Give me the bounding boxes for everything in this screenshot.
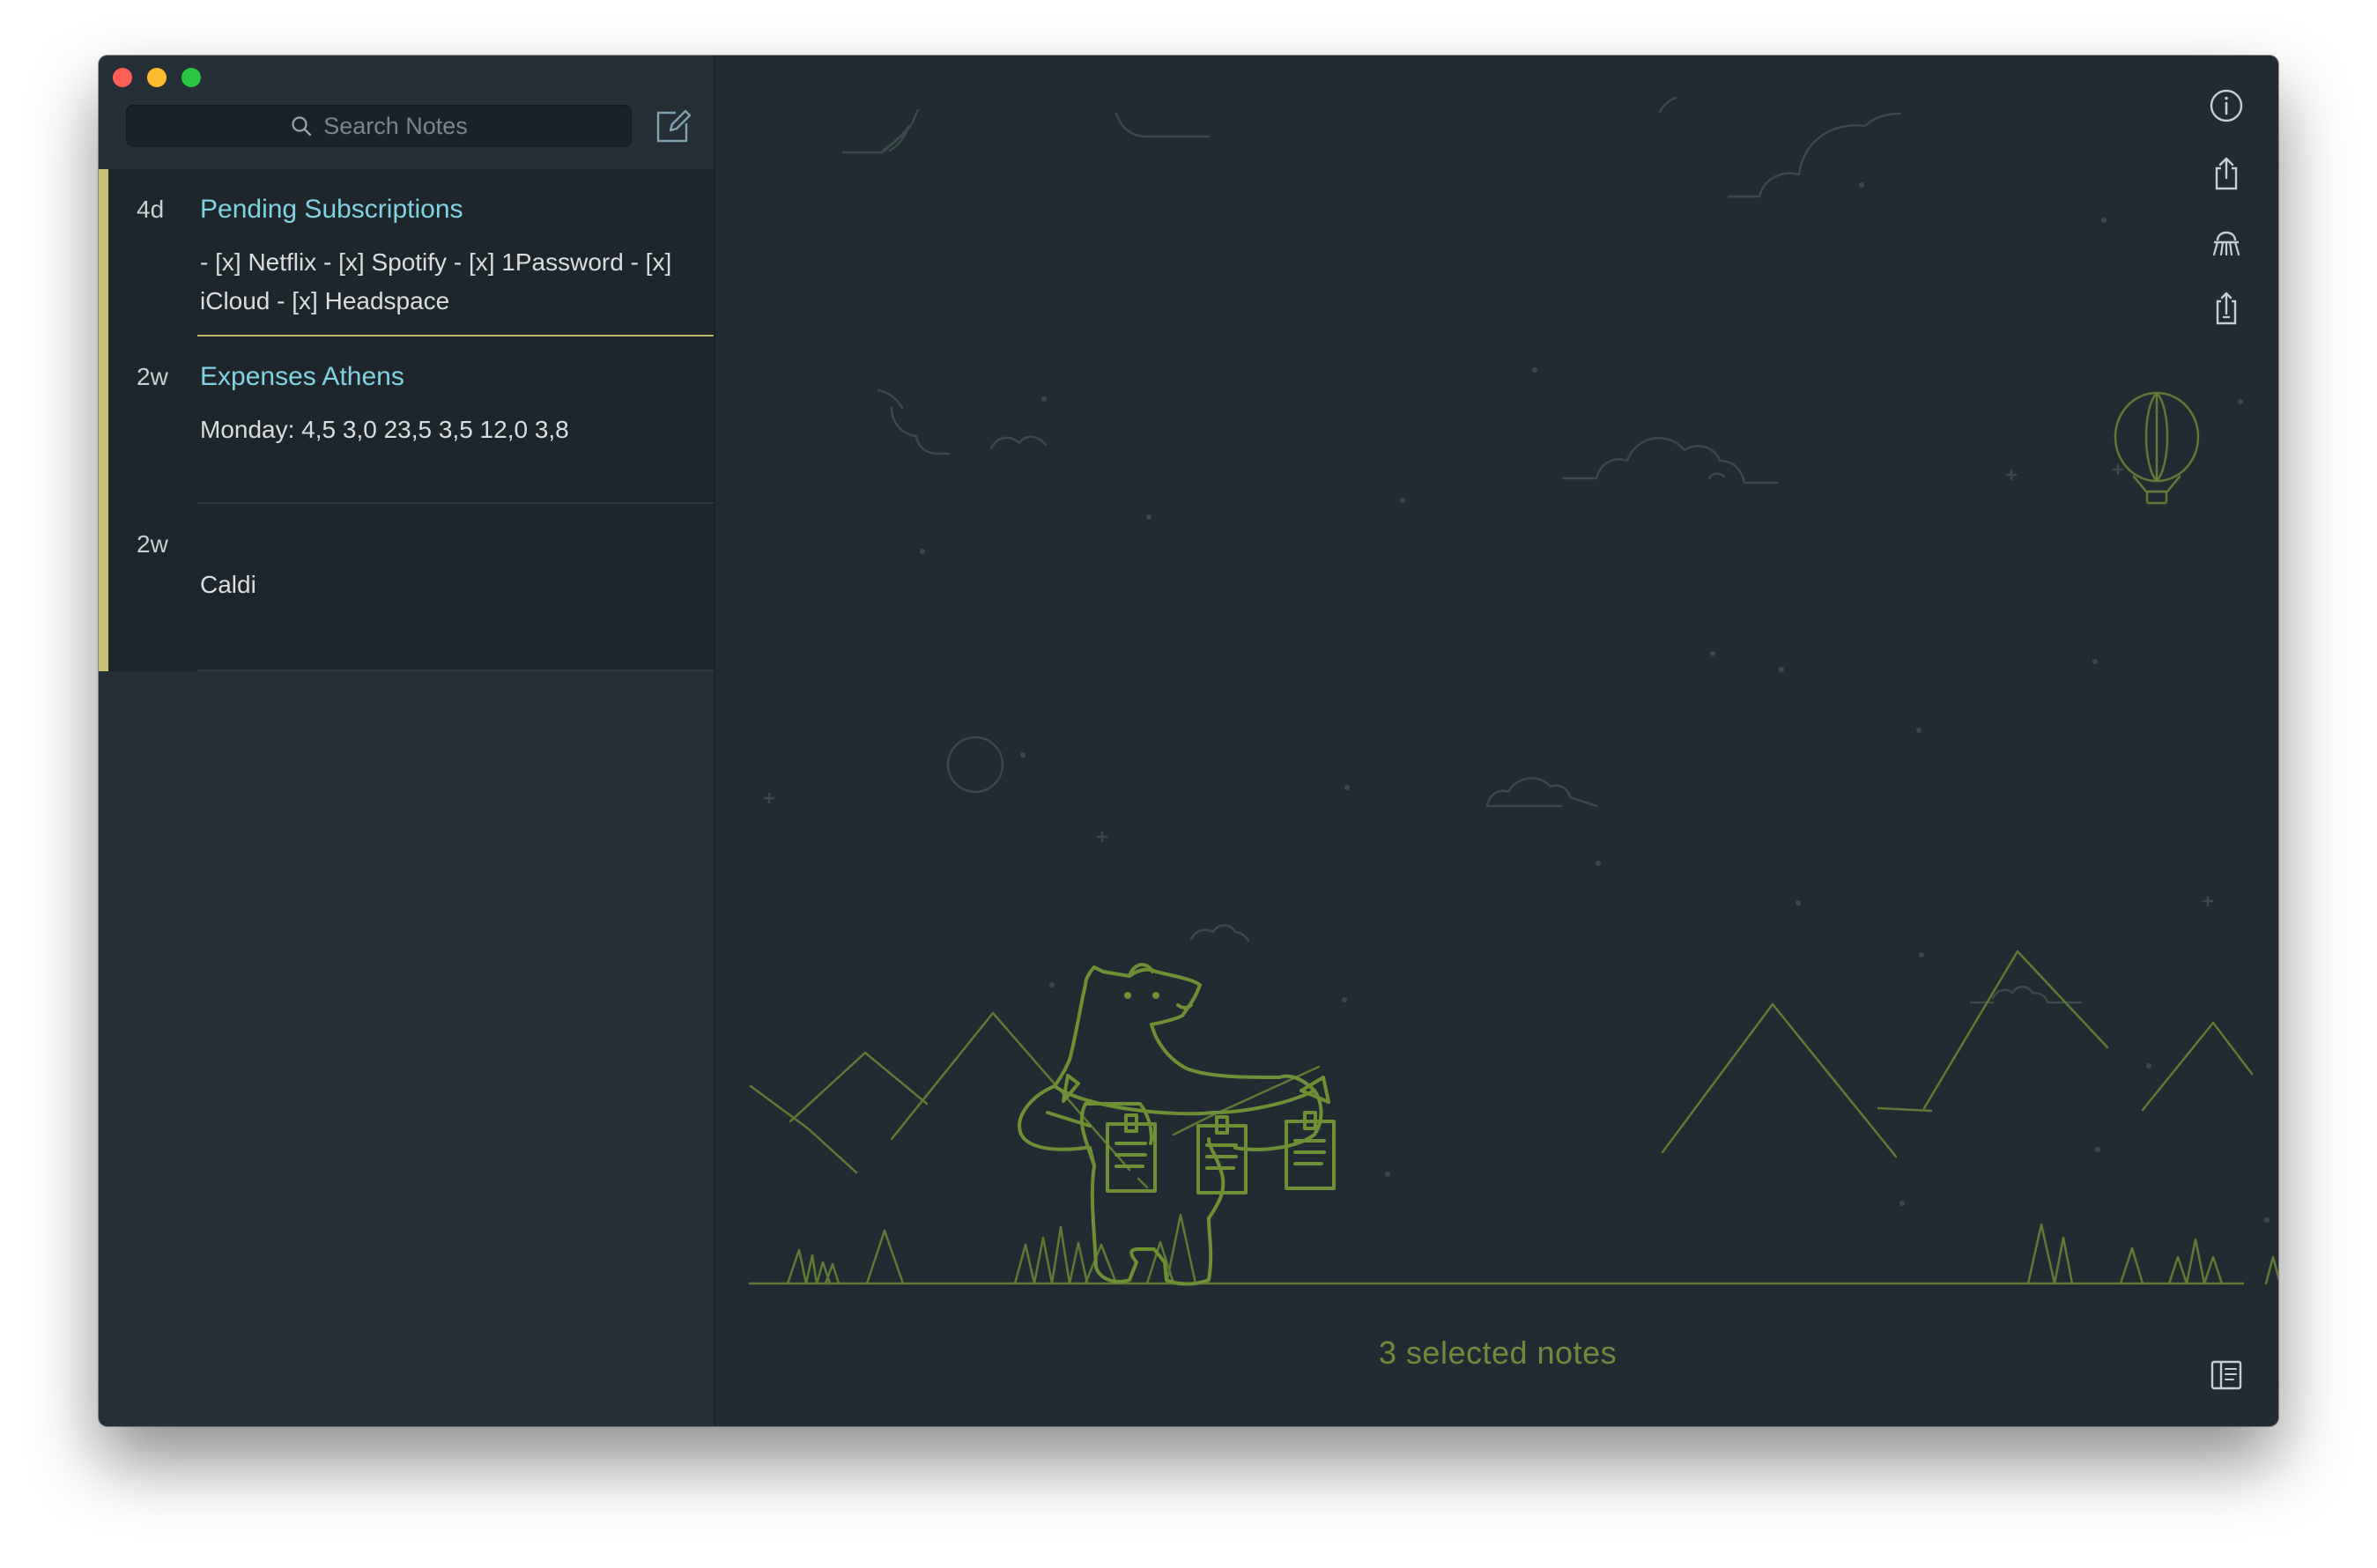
archive-icon bbox=[2212, 231, 2240, 256]
info-button[interactable] bbox=[2206, 85, 2247, 126]
minimize-button[interactable] bbox=[147, 68, 167, 87]
share-icon bbox=[2215, 157, 2238, 190]
info-icon bbox=[2210, 89, 2243, 122]
zoom-button[interactable] bbox=[181, 68, 201, 87]
app-window: Search Notes 4d Pending Subscriptions - … bbox=[99, 55, 2278, 1426]
selection-count-label: 3 selected notes bbox=[1378, 1335, 1618, 1371]
note-separator bbox=[197, 669, 714, 671]
note-title: Pending Subscriptions bbox=[200, 195, 463, 224]
note-preview: Caldi bbox=[200, 571, 256, 598]
note-title: Expenses Athens bbox=[200, 362, 404, 391]
close-button[interactable] bbox=[113, 68, 132, 87]
sidebar: Search Notes 4d Pending Subscriptions - … bbox=[99, 55, 715, 1426]
export-icon bbox=[2216, 292, 2237, 325]
note-age: 4d bbox=[137, 196, 165, 223]
toggle-sidebar-button[interactable] bbox=[2206, 1355, 2247, 1395]
archive-button[interactable] bbox=[2206, 220, 2247, 261]
compose-button[interactable] bbox=[652, 107, 692, 147]
note-list-item[interactable]: 2w Caldi bbox=[99, 504, 714, 671]
note-list-item[interactable]: 2w Expenses Athens Monday: 4,5 3,0 23,5 … bbox=[99, 337, 714, 504]
export-button[interactable] bbox=[2206, 288, 2247, 329]
compose-icon bbox=[656, 109, 692, 143]
editor-area: 3 selected notes bbox=[715, 55, 2278, 1426]
note-preview: Monday: 4,5 3,0 23,5 3,5 12,0 3,8 bbox=[200, 416, 569, 443]
note-list-item[interactable]: 4d Pending Subscriptions - [x] Netflix -… bbox=[99, 169, 714, 337]
search-icon bbox=[292, 116, 312, 137]
search-input[interactable]: Search Notes bbox=[126, 105, 632, 147]
share-button[interactable] bbox=[2206, 153, 2247, 194]
bear-illustration bbox=[748, 96, 2278, 1286]
toggle-sidebar-icon bbox=[2210, 1360, 2242, 1390]
search-placeholder: Search Notes bbox=[323, 112, 468, 139]
window-controls bbox=[113, 68, 201, 87]
note-preview: - [x] Netflix - [x] Spotify - [x] 1Passw… bbox=[200, 248, 672, 314]
note-list: 4d Pending Subscriptions - [x] Netflix -… bbox=[99, 169, 714, 671]
note-age: 2w bbox=[137, 530, 168, 558]
note-age: 2w bbox=[137, 363, 168, 390]
